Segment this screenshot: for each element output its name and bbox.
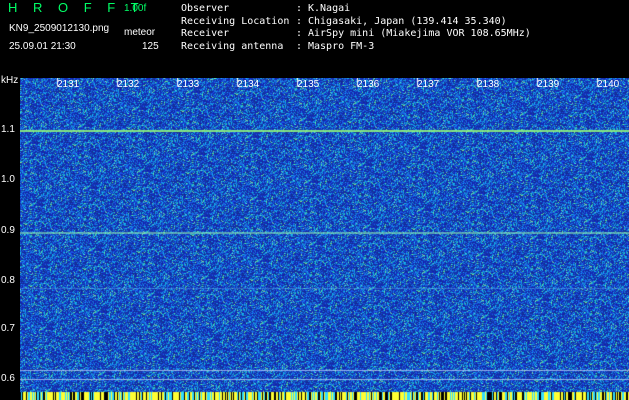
waterfall-spectrogram	[20, 78, 629, 400]
version-label: 1.00f	[124, 3, 147, 14]
datetime-label: 25.09.01 21:30	[9, 41, 76, 52]
info-key: Receiving Location	[181, 15, 290, 27]
info-value: Chigasaki, Japan (139.414 35.340)	[308, 15, 507, 27]
info-row-receiver: Receiver: AirSpy mini (Miakejima VOR 108.…	[181, 28, 531, 41]
info-value: Maspro FM-3	[308, 40, 375, 52]
info-key: Receiver	[181, 28, 230, 39]
x-tick: 2138	[477, 79, 500, 90]
info-colon: :	[296, 40, 303, 52]
mode-label: meteor	[124, 27, 156, 38]
x-tick: 2131	[57, 79, 80, 90]
y-tick: 0.7	[1, 323, 15, 334]
waterfall-canvas	[20, 78, 629, 400]
x-tick: 2135	[297, 79, 320, 90]
count-label: 125	[142, 41, 159, 52]
x-tick: 2132	[117, 79, 140, 90]
y-tick: 0.9	[1, 225, 15, 236]
x-tick: 2140	[597, 79, 620, 90]
y-tick: 0.8	[1, 275, 15, 286]
x-tick: 2134	[237, 79, 260, 90]
info-colon: :	[296, 15, 303, 27]
y-tick: 0.6	[1, 373, 15, 384]
info-row-observer: Observer: K.Nagai	[181, 3, 531, 16]
x-tick: 2136	[357, 79, 380, 90]
info-panel: Observer: K.Nagai Receiving Location: Chig…	[181, 3, 531, 53]
info-key: Receiving antenna	[181, 40, 284, 52]
info-value: AirSpy mini (Miakejima VOR 108.65MHz)	[308, 28, 531, 39]
info-row-antenna: Receiving antenna: Maspro FM-3	[181, 41, 531, 54]
info-colon: :	[296, 3, 303, 14]
y-tick: 1.1	[1, 124, 15, 135]
x-tick: 2139	[537, 79, 560, 90]
y-axis-unit: kHz	[1, 75, 19, 86]
y-tick: 1.0	[1, 174, 15, 185]
info-key: Observer	[181, 3, 230, 14]
info-row-location: Receiving Location: Chigasaki, Japan (139…	[181, 16, 531, 29]
x-tick: 2137	[417, 79, 440, 90]
info-colon: :	[296, 28, 303, 39]
filename-label: KN9_2509012130.png	[9, 23, 110, 34]
x-tick: 2133	[177, 79, 200, 90]
info-value: K.Nagai	[308, 3, 351, 14]
